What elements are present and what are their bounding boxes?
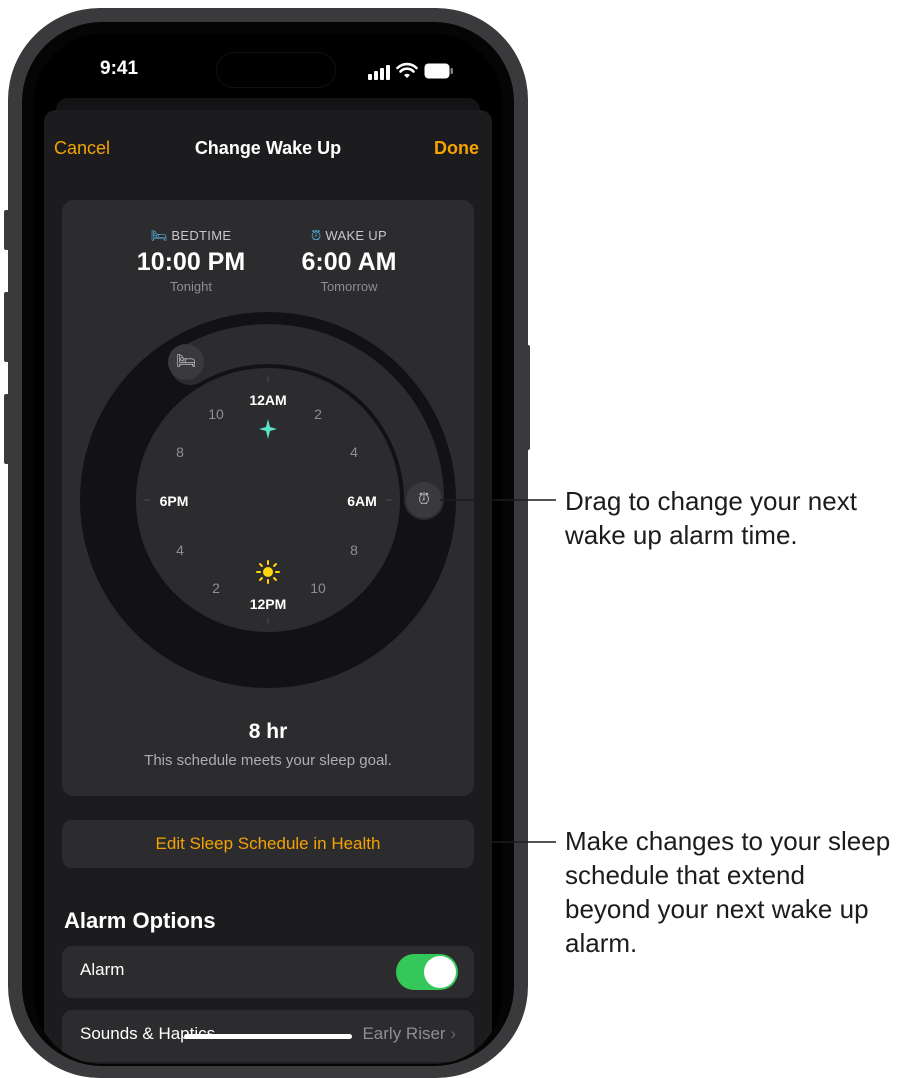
callout-edit-schedule: Make changes to your sleep schedule that… — [565, 826, 891, 958]
callout-wake-handle: Drag to change your next wake up alarm t… — [565, 486, 857, 550]
